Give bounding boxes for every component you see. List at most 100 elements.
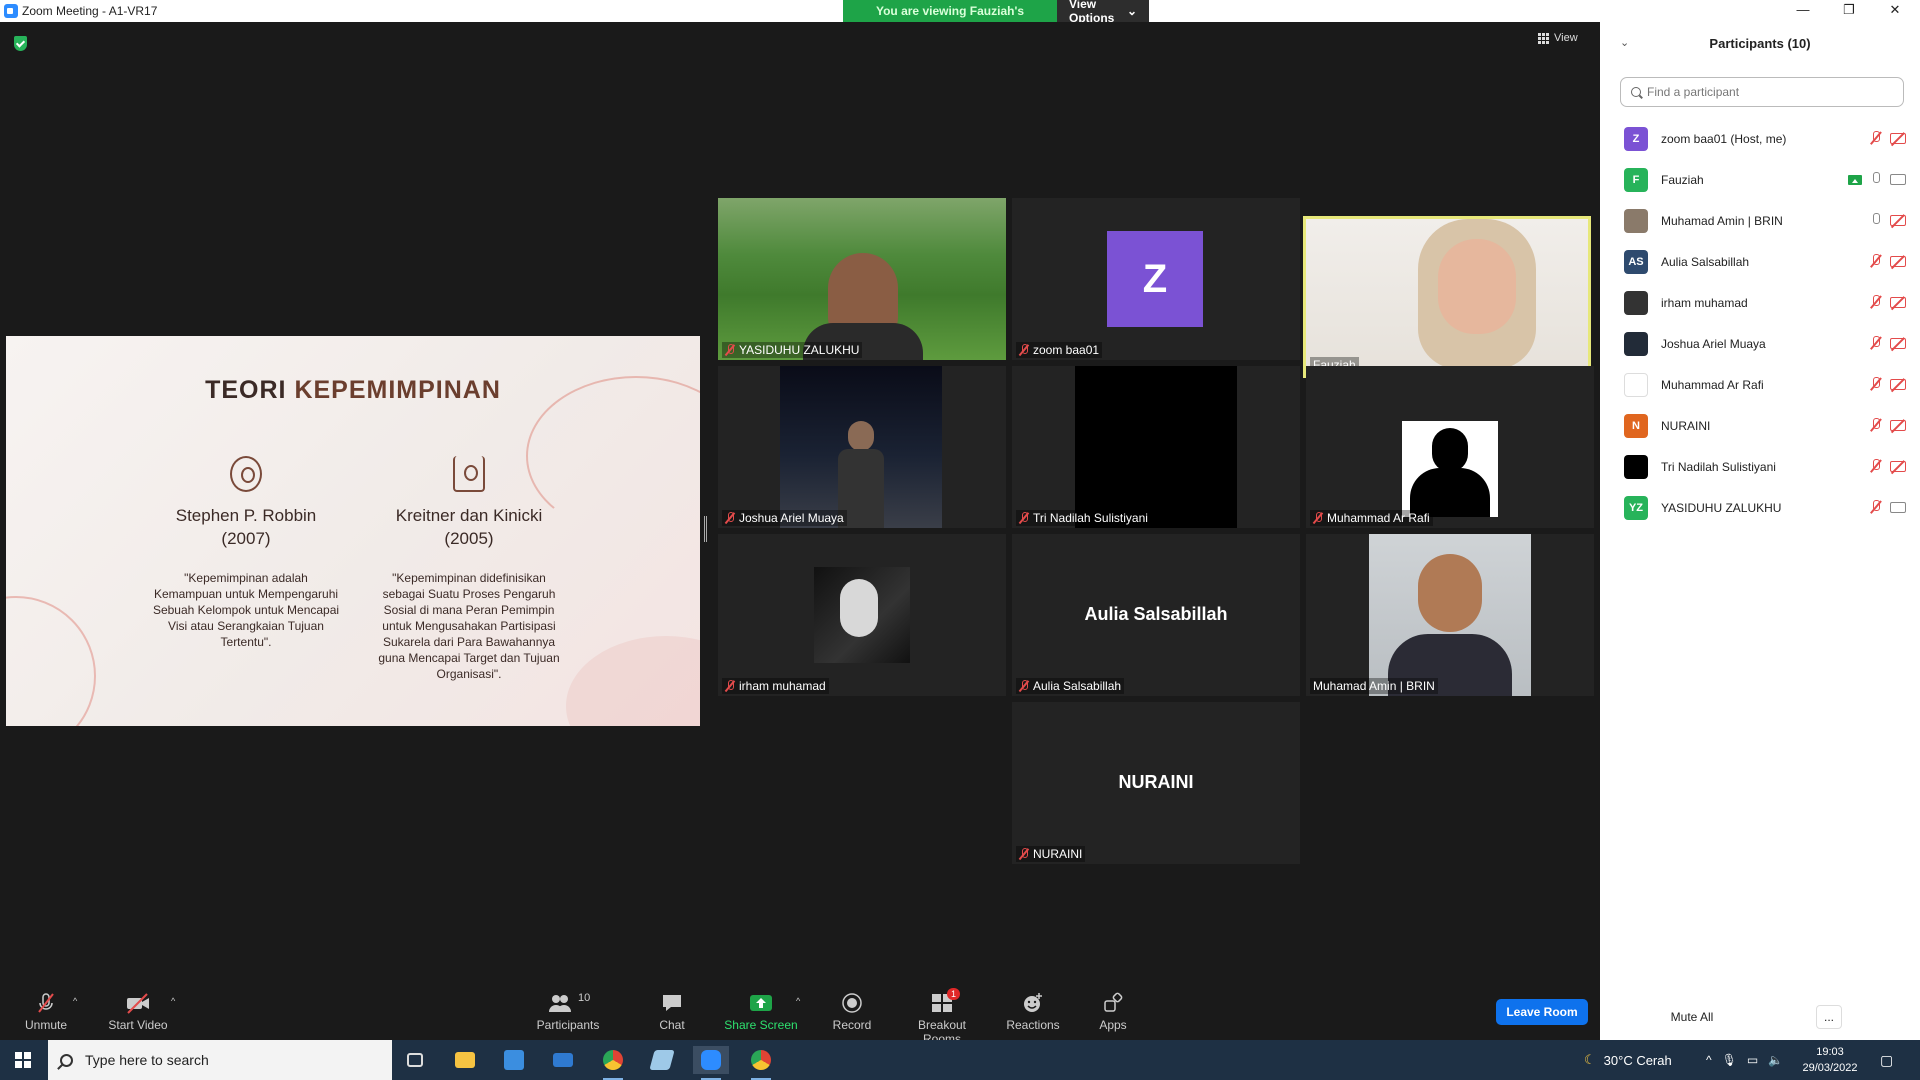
record-icon [830, 992, 874, 1014]
encryption-shield-icon[interactable] [14, 36, 27, 51]
minimize-icon[interactable]: — [1780, 0, 1826, 22]
participant-row[interactable]: Joshua Ariel Muaya [1600, 323, 1920, 364]
mic-muted-icon [1019, 512, 1029, 524]
video-off-icon[interactable] [1890, 420, 1906, 431]
video-tile[interactable]: YASIDUHU ZALUKHU [718, 198, 1006, 360]
start-video-button[interactable]: Start Video [108, 992, 168, 1032]
participant-row[interactable]: YZ YASIDUHU ZALUKHU [1600, 487, 1920, 528]
chat-icon [652, 992, 692, 1014]
task-view-icon[interactable] [397, 1046, 433, 1074]
mic-muted-icon[interactable] [1870, 131, 1882, 145]
participant-row[interactable]: N NURAINI [1600, 405, 1920, 446]
chevron-up-icon[interactable]: ^ [1706, 1053, 1712, 1067]
tile-name-label: NURAINI [1016, 846, 1086, 862]
restore-icon[interactable]: ❐ [1826, 0, 1872, 22]
close-icon[interactable]: ✕ [1872, 0, 1918, 22]
windows-start-icon[interactable] [15, 1052, 31, 1068]
search-input[interactable] [1647, 85, 1887, 99]
mute-all-button[interactable]: Mute All [1660, 1005, 1724, 1029]
slide-title-part1: TEORI [205, 376, 287, 404]
video-tile[interactable]: NURAINI NURAINI [1012, 702, 1300, 864]
more-options-button[interactable]: ... [1816, 1005, 1842, 1029]
video-tile[interactable]: irham muhamad [718, 534, 1006, 696]
mic-muted-icon[interactable] [1870, 459, 1882, 473]
video-tile[interactable]: Joshua Ariel Muaya [718, 366, 1006, 528]
notifications-icon[interactable]: ▢ [1880, 1040, 1893, 1080]
record-button[interactable]: Record [830, 992, 874, 1032]
chat-button[interactable]: Chat [652, 992, 692, 1032]
participant-row[interactable]: AS Aulia Salsabillah [1600, 241, 1920, 282]
video-icon[interactable] [1890, 174, 1906, 185]
tile-name-label: zoom baa01 [1016, 342, 1103, 358]
chrome-icon[interactable] [595, 1046, 631, 1080]
video-tile[interactable]: Muhamad Amin | BRIN [1306, 534, 1594, 696]
video-icon[interactable] [1890, 502, 1906, 513]
participant-row[interactable]: Zzoom baa01 (Host, me) [1600, 118, 1920, 159]
share-screen-button[interactable]: Share Screen [724, 992, 798, 1032]
participant-name: NURAINI [1661, 418, 1711, 433]
slide-column-right: Kreitner dan Kinicki (2005) "Kepemimpina… [374, 456, 564, 682]
leave-room-button[interactable]: Leave Room [1496, 999, 1588, 1025]
mic-muted-icon[interactable] [1870, 336, 1882, 350]
participant-search[interactable] [1620, 77, 1904, 107]
taskbar-search[interactable]: Type here to search [48, 1040, 392, 1080]
file-explorer-icon[interactable] [447, 1046, 483, 1074]
video-tile[interactable]: Tri Nadilah Sulistiyani [1012, 366, 1300, 528]
participant-face [848, 421, 874, 451]
reactions-button[interactable]: Reactions [1006, 992, 1060, 1032]
video-options-caret[interactable]: ^ [171, 996, 175, 1006]
screen-share-banner: You are viewing Fauziah's screen View Op… [843, 0, 1149, 32]
shared-screen[interactable]: TEORI KEPEMIMPINAN Stephen P. Robbin (20… [6, 336, 700, 726]
participant-row[interactable]: Muhamad Amin | BRIN [1600, 200, 1920, 241]
author-name: Stephen P. Robbin [175, 506, 317, 525]
zoom-taskbar-icon[interactable] [693, 1046, 729, 1080]
participant-avatar [1624, 331, 1648, 356]
mic-muted-icon[interactable] [1870, 254, 1882, 268]
notes-app-icon[interactable] [644, 1046, 680, 1074]
participant-status-icons [1870, 295, 1906, 309]
video-tile-active-speaker[interactable]: Fauziah [1303, 216, 1591, 378]
mic-muted-icon[interactable] [1870, 500, 1882, 514]
mic-icon[interactable] [1870, 213, 1882, 227]
mic-muted-icon[interactable] [1870, 418, 1882, 432]
video-off-icon[interactable] [1890, 133, 1906, 144]
video-tile[interactable]: Muhammad Ar Rafi [1306, 366, 1594, 528]
unmute-button[interactable]: Unmute [22, 992, 70, 1032]
video-off-icon[interactable] [1890, 297, 1906, 308]
participant-row[interactable]: irham muhamad [1600, 282, 1920, 323]
participant-row[interactable]: Tri Nadilah Sulistiyani [1600, 446, 1920, 487]
audio-options-caret[interactable]: ^ [73, 996, 77, 1006]
video-tile[interactable]: Aulia Salsabillah Aulia Salsabillah [1012, 534, 1300, 696]
participant-row[interactable]: Muhammad Ar Rafi [1600, 364, 1920, 405]
screen-share-icon [1848, 174, 1862, 185]
video-off-icon[interactable] [1890, 461, 1906, 472]
volume-icon[interactable]: 🔈 [1768, 1053, 1783, 1067]
network-icon[interactable]: ▭ [1747, 1053, 1758, 1067]
view-layout-button[interactable]: View [1538, 32, 1578, 44]
video-off-icon[interactable] [1890, 256, 1906, 267]
breakout-rooms-button[interactable]: 1 Breakout Rooms [898, 988, 986, 1046]
microphone-icon[interactable]: 🎙 [1722, 1053, 1737, 1067]
clock[interactable]: 19:03 29/03/2022 [1800, 1044, 1860, 1076]
mic-muted-icon[interactable] [1870, 377, 1882, 391]
weather-widget[interactable]: ☾ 30°C Cerah [1584, 1040, 1672, 1080]
participant-avatar: AS [1624, 249, 1648, 274]
tile-name-label: YASIDUHU ZALUKHU [722, 342, 863, 358]
video-tile[interactable]: Z zoom baa01 [1012, 198, 1300, 360]
mic-icon[interactable] [1870, 172, 1882, 186]
view-options-button[interactable]: View Options ⌄ [1057, 0, 1149, 25]
chrome-profile-icon[interactable] [743, 1046, 779, 1080]
mail-icon[interactable] [545, 1046, 581, 1074]
participants-button[interactable]: 10 Participants [536, 992, 600, 1032]
apps-button[interactable]: Apps [1094, 992, 1132, 1032]
store-icon[interactable] [496, 1046, 532, 1074]
system-tray: ^ 🎙 ▭ 🔈 [1706, 1040, 1783, 1080]
participant-row[interactable]: F Fauziah [1600, 159, 1920, 200]
mic-muted-icon[interactable] [1870, 295, 1882, 309]
video-off-icon[interactable] [1890, 379, 1906, 390]
share-options-caret[interactable]: ^ [796, 996, 800, 1006]
video-off-icon[interactable] [1890, 215, 1906, 226]
weather-text: 30°C Cerah [1603, 1052, 1672, 1068]
video-off-icon[interactable] [1890, 338, 1906, 349]
split-view-handle[interactable] [704, 516, 707, 542]
